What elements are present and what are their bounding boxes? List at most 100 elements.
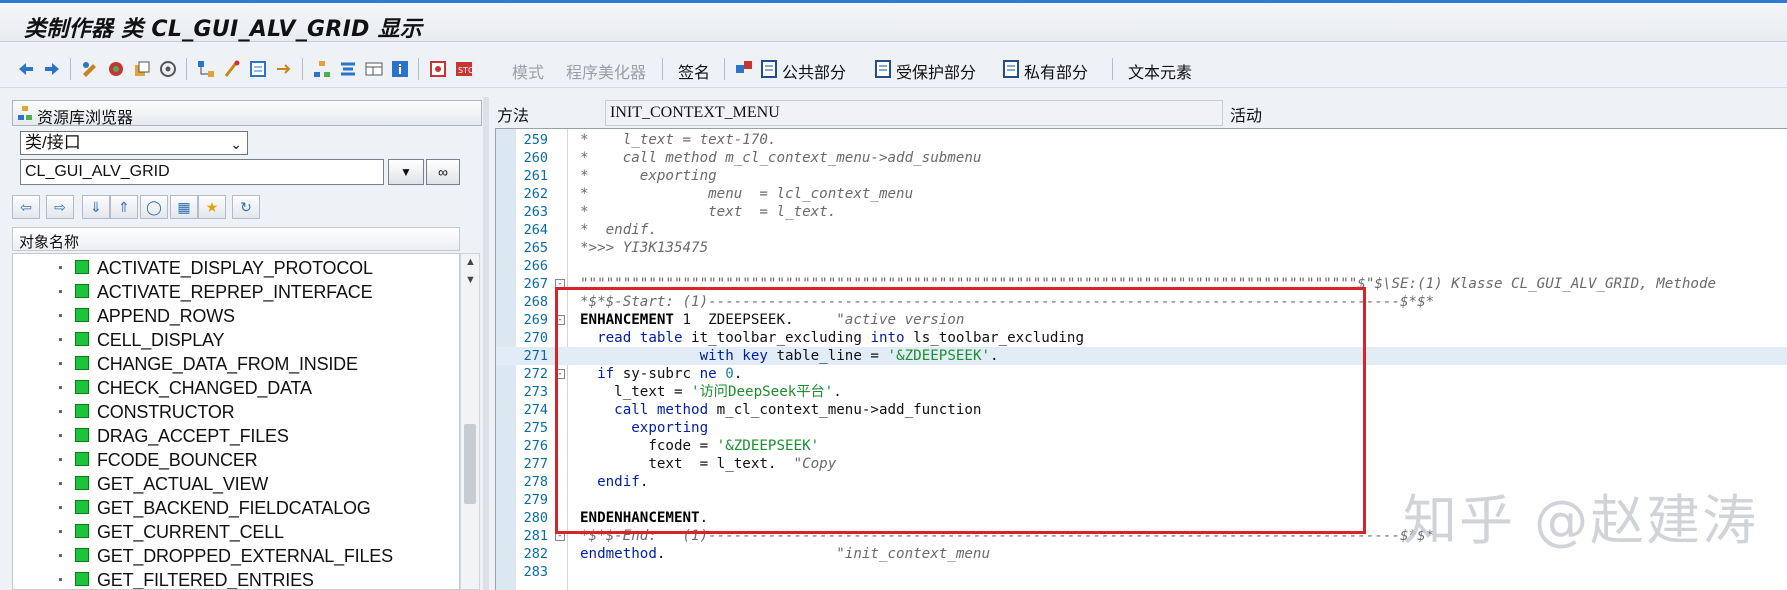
fold-toggle-icon[interactable]: -: [555, 369, 565, 379]
private-section-button[interactable]: 私有部分: [1002, 59, 1088, 83]
code-line[interactable]: 261 * exporting: [496, 167, 1787, 185]
code-line[interactable]: 283: [496, 563, 1787, 581]
display-object-button[interactable]: ∞: [426, 159, 460, 185]
tree-item-method[interactable]: ACTIVATE_DISPLAY_PROTOCOL: [13, 256, 459, 280]
stack-icon[interactable]: [338, 59, 358, 79]
tree-item-method[interactable]: GET_DROPPED_EXTERNAL_FILES: [13, 544, 459, 568]
line-code: * text = l_text.: [580, 203, 836, 221]
repository-browser-pane: 资源库浏览器 类/接口 ⌄ CL_GUI_ALV_GRID ▼ ∞ ⇦ ⇨ ⇓ …: [12, 97, 482, 590]
refresh-icon[interactable]: ↻: [232, 195, 260, 219]
code-line[interactable]: 276 fcode = '&ZDEEPSEEK': [496, 437, 1787, 455]
tree-icon[interactable]: [312, 59, 332, 79]
public-section-button[interactable]: 公共部分: [760, 59, 846, 83]
code-line[interactable]: 277 text = l_text. "Copy: [496, 455, 1787, 473]
code-line[interactable]: 267- """"""""""""""""""""""""""""""""""""…: [496, 275, 1787, 293]
code-line[interactable]: 271 with key table_line = '&ZDEEPSEEK'.: [496, 347, 1787, 365]
binoculars-icon[interactable]: ◯: [140, 195, 168, 219]
hierarchy-icon[interactable]: [196, 59, 216, 79]
tree-item-method[interactable]: GET_CURRENT_CELL: [13, 520, 459, 544]
test-icon[interactable]: [222, 59, 242, 79]
where-used-icon[interactable]: [158, 59, 178, 79]
tree-item-method[interactable]: CONSTRUCTOR: [13, 400, 459, 424]
method-name-field[interactable]: INIT_CONTEXT_MENU: [605, 100, 1223, 126]
tree-item-method[interactable]: CELL_DISPLAY: [13, 328, 459, 352]
code-line[interactable]: 273 l_text = '访问DeepSeek平台'.: [496, 383, 1787, 401]
code-line[interactable]: 269- ENHANCEMENT 1 ZDEEPSEEK. "active ver…: [496, 311, 1787, 329]
signature-button[interactable]: 签名: [678, 59, 710, 83]
code-token: "active version: [836, 312, 965, 328]
code-token: *$*$-End: (1)---------------------------…: [580, 528, 1435, 544]
expand-icon[interactable]: ⇓: [82, 195, 110, 219]
code-line[interactable]: 263 * text = l_text.: [496, 203, 1787, 221]
line-number: 278: [523, 474, 548, 490]
object-list-icon[interactable]: [248, 59, 268, 79]
display-change-icon[interactable]: [80, 59, 100, 79]
activate-icon[interactable]: [106, 59, 126, 79]
fold-toggle-icon[interactable]: -: [555, 531, 565, 541]
object-type-select[interactable]: 类/接口 ⌄: [20, 131, 248, 155]
object-name-input[interactable]: CL_GUI_ALV_GRID: [20, 159, 384, 185]
navigate-icon[interactable]: [274, 59, 294, 79]
pane-splitter[interactable]: [483, 97, 489, 590]
favorites-star-icon[interactable]: ★: [198, 195, 226, 219]
code-line[interactable]: 266: [496, 257, 1787, 275]
scroll-down-icon[interactable]: ▼: [465, 274, 476, 286]
toolbar-separator: [662, 58, 663, 80]
enhance-icon[interactable]: [428, 59, 448, 79]
method-status-icon: [75, 524, 89, 538]
scrollbar-thumb[interactable]: [464, 424, 476, 504]
info-icon[interactable]: [390, 59, 410, 79]
method-status-icon: [75, 500, 89, 514]
tree-display-icon[interactable]: ▦: [170, 195, 198, 219]
tree-item-method[interactable]: GET_ACTUAL_VIEW: [13, 472, 459, 496]
tree-item-method[interactable]: FCODE_BOUNCER: [13, 448, 459, 472]
layout-icon[interactable]: [364, 59, 384, 79]
code-line[interactable]: 272- if sy-subrc ne 0.: [496, 365, 1787, 383]
code-line[interactable]: 265 *>>> YI3K135475: [496, 239, 1787, 257]
collapse-icon[interactable]: ⇑: [110, 195, 138, 219]
code-line[interactable]: 260 * call method m_cl_context_menu->add_…: [496, 149, 1787, 167]
method-status: 活动: [1230, 108, 1263, 125]
other-object-icon[interactable]: [132, 59, 152, 79]
code-line[interactable]: 259 * l_text = text-170.: [496, 131, 1787, 149]
scroll-up-icon[interactable]: ▲: [465, 256, 476, 268]
code-line[interactable]: 264 * endif.: [496, 221, 1787, 239]
fold-toggle-icon[interactable]: -: [555, 315, 565, 325]
tree-item-method[interactable]: APPEND_ROWS: [13, 304, 459, 328]
back-arrow-icon[interactable]: [16, 59, 36, 79]
code-token: 1 ZDEEPSEEK.: [673, 312, 837, 328]
breakpoint-icon[interactable]: STOP: [454, 59, 474, 79]
nav-back-icon[interactable]: ⇦: [12, 195, 40, 219]
tree-item-method[interactable]: GET_BACKEND_FIELDCATALOG: [13, 496, 459, 520]
protected-section-button[interactable]: 受保护部分: [874, 59, 976, 83]
tree-item-method[interactable]: CHECK_CHANGED_DATA: [13, 376, 459, 400]
tree-item-method[interactable]: ACTIVATE_REPREP_INTERFACE: [13, 280, 459, 304]
code-line[interactable]: 274 call method m_cl_context_menu->add_f…: [496, 401, 1787, 419]
line-code: *$*$-Start: (1)-------------------------…: [580, 293, 1434, 311]
code-line[interactable]: 262 * menu = lcl_context_menu: [496, 185, 1787, 203]
tree-bullet: [59, 386, 62, 389]
class-structure-icon[interactable]: [734, 59, 754, 79]
nav-forward-icon[interactable]: ⇨: [46, 195, 74, 219]
pretty-printer-button[interactable]: 程序美化器: [566, 59, 646, 83]
code-token: fcode =: [580, 438, 717, 454]
fold-toggle-icon[interactable]: -: [555, 279, 565, 289]
tree-scrollbar[interactable]: ▲ ▼: [460, 253, 480, 590]
code-token: ENDENHANCEMENT: [580, 510, 700, 526]
code-line[interactable]: 268 *$*$-Start: (1)----------------------…: [496, 293, 1787, 311]
code-token: endif: [597, 474, 640, 490]
forward-arrow-icon[interactable]: [42, 59, 62, 79]
method-name: GET_ACTUAL_VIEW: [97, 474, 269, 494]
tree-item-method[interactable]: GET_FILTERED_ENTRIES: [13, 568, 459, 589]
text-elements-button[interactable]: 文本元素: [1128, 59, 1192, 83]
tree-item-method[interactable]: CHANGE_DATA_FROM_INSIDE: [13, 352, 459, 376]
code-line[interactable]: 270 read table it_toolbar_excluding into…: [496, 329, 1787, 347]
tree-item-method[interactable]: DRAG_ACCEPT_FILES: [13, 424, 459, 448]
object-name-dropdown-button[interactable]: ▼: [388, 159, 424, 185]
pattern-button[interactable]: 模式: [512, 59, 544, 83]
code-line[interactable]: 275 exporting: [496, 419, 1787, 437]
repository-browser-header[interactable]: 资源库浏览器: [12, 100, 482, 127]
